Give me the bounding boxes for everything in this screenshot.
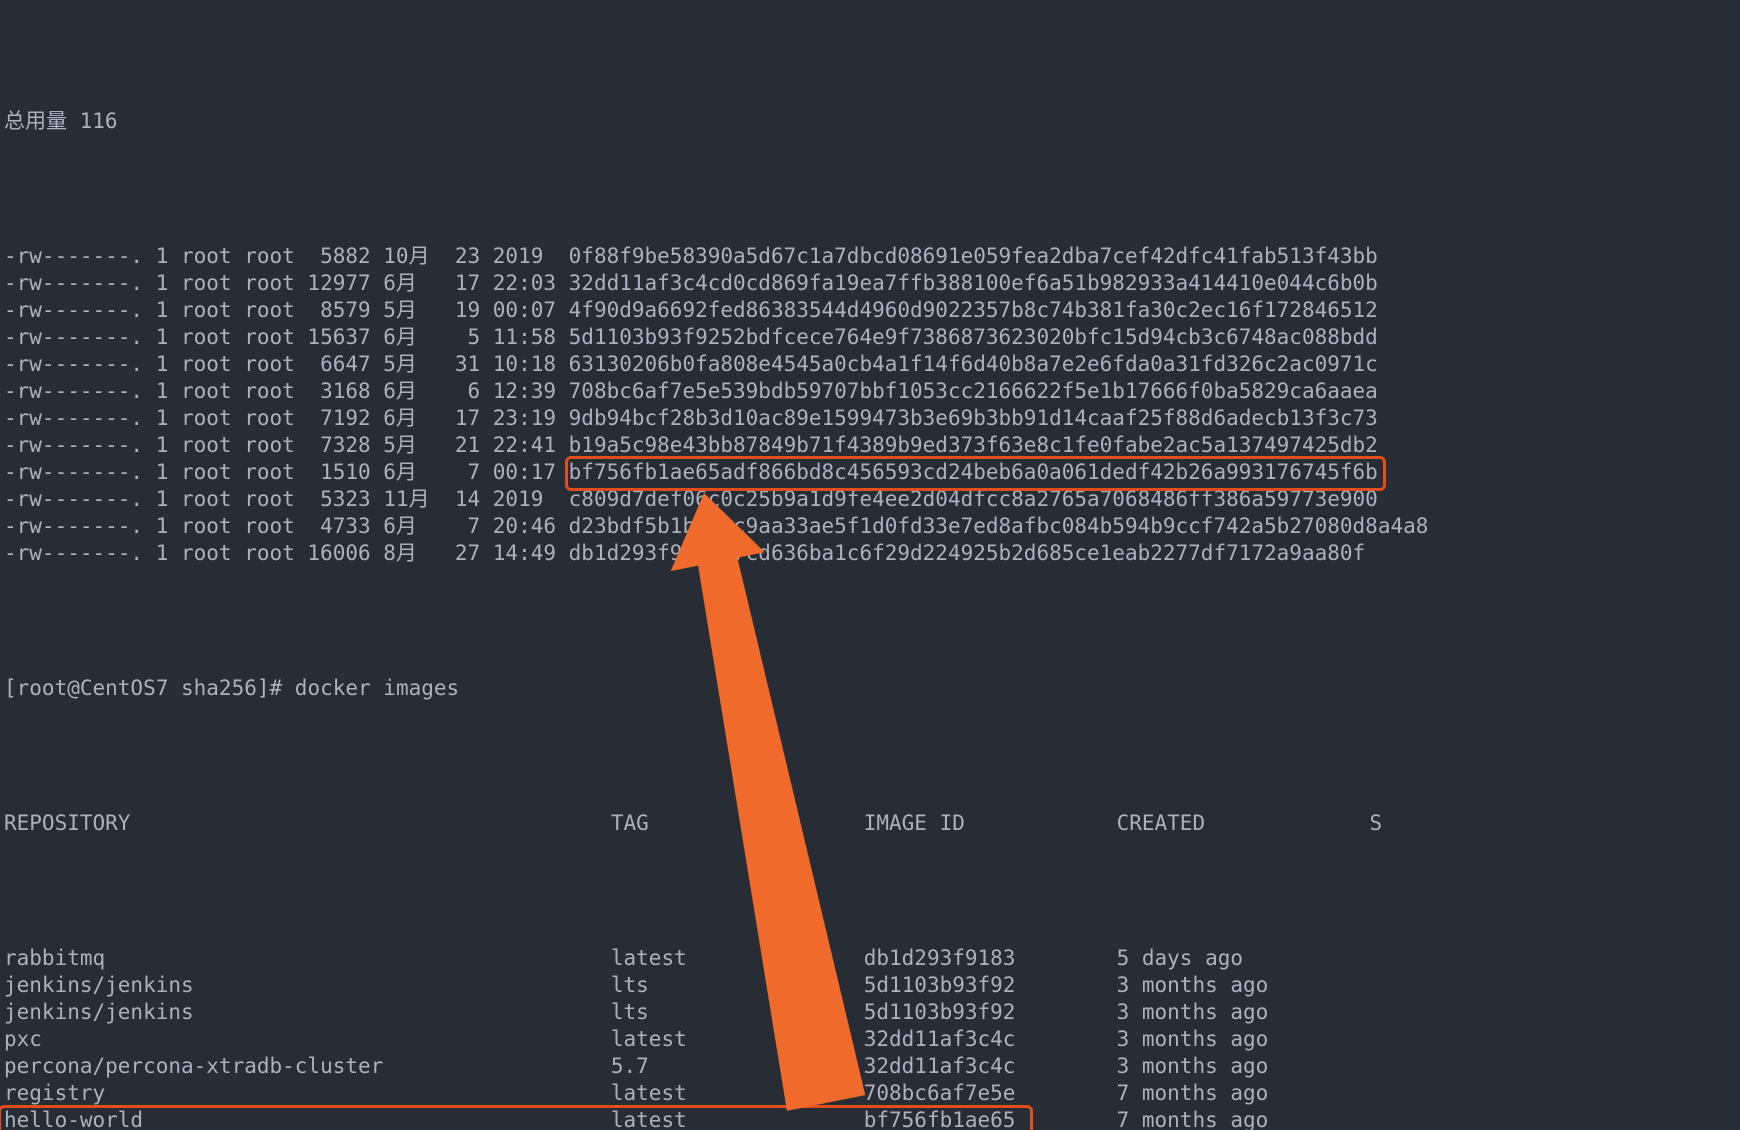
docker-image-row: jenkins/jenkins lts 5d1103b93f92 3 month… [0, 972, 1740, 999]
ls-row: -rw-------. 1 root root 15637 6月 5 11:58… [0, 324, 1740, 351]
ls-total-text: 总用量 116 [4, 108, 118, 135]
ls-row-meta: -rw-------. 1 root root 7328 5月 21 22:41 [4, 432, 569, 459]
ls-row-hash: d23bdf5b1b1b1c9aa33ae5f1d0fd33e7ed8afbc0… [569, 513, 1429, 540]
docker-image-row: hello-world latest bf756fb1ae65 7 months… [0, 1107, 1740, 1130]
ls-row-meta: -rw-------. 1 root root 7192 6月 17 23:19 [4, 405, 569, 432]
ls-row-meta: -rw-------. 1 root root 12977 6月 17 22:0… [4, 270, 569, 297]
ls-row: -rw-------. 1 root root 5323 11月 14 2019… [0, 486, 1740, 513]
ls-row: -rw-------. 1 root root 3168 6月 6 12:39 … [0, 378, 1740, 405]
docker-image-row-text: hello-world latest bf756fb1ae65 7 months… [4, 1107, 1268, 1130]
ls-row-hash: bf756fb1ae65adf866bd8c456593cd24beb6a0a0… [569, 459, 1378, 486]
ls-row: -rw-------. 1 root root 6647 5月 31 10:18… [0, 351, 1740, 378]
docker-image-row-text: rabbitmq latest db1d293f9183 5 days ago [4, 945, 1243, 972]
ls-row-hash: c809d7def06c0c25b9a1d9fe4ee2d04dfcc8a276… [569, 486, 1378, 513]
ls-row-meta: -rw-------. 1 root root 8579 5月 19 00:07 [4, 297, 569, 324]
ls-row: -rw-------. 1 root root 5882 10月 23 2019… [0, 243, 1740, 270]
docker-image-row: pxc latest 32dd11af3c4c 3 months ago [0, 1026, 1740, 1053]
ls-row-hash: b19a5c98e43bb87849b71f4389b9ed373f63e8c1… [569, 432, 1378, 459]
ls-row: -rw-------. 1 root root 8579 5月 19 00:07… [0, 297, 1740, 324]
docker-images-listing: rabbitmq latest db1d293f9183 5 days agoj… [0, 945, 1740, 1130]
docker-image-row: percona/percona-xtradb-cluster 5.7 32dd1… [0, 1053, 1740, 1080]
ls-row-meta: -rw-------. 1 root root 15637 6月 5 11:58 [4, 324, 569, 351]
docker-image-row-text: jenkins/jenkins lts 5d1103b93f92 3 month… [4, 999, 1268, 1026]
docker-image-row-text: pxc latest 32dd11af3c4c 3 months ago [4, 1026, 1268, 1053]
ls-row-hash: db1d293f918377cd636ba1c6f29d224925b2d685… [569, 540, 1366, 567]
ls-row-hash: 9db94bcf28b3d10ac89e1599473b3e69b3bb91d1… [569, 405, 1378, 432]
ls-row: -rw-------. 1 root root 7192 6月 17 23:19… [0, 405, 1740, 432]
ls-row: -rw-------. 1 root root 7328 5月 21 22:41… [0, 432, 1740, 459]
docker-image-row: registry latest 708bc6af7e5e 7 months ag… [0, 1080, 1740, 1107]
docker-image-row-text: registry latest 708bc6af7e5e 7 months ag… [4, 1080, 1268, 1107]
ls-row-hash: 32dd11af3c4cd0cd869fa19ea7ffb388100ef6a5… [569, 270, 1378, 297]
ls-row: -rw-------. 1 root root 16006 8月 27 14:4… [0, 540, 1740, 567]
ls-row-hash: 5d1103b93f9252bdfcece764e9f7386873623020… [569, 324, 1378, 351]
ls-row: -rw-------. 1 root root 4733 6月 7 20:46 … [0, 513, 1740, 540]
command-text: docker images [295, 675, 459, 702]
prompt-line-1[interactable]: [root@CentOS7 sha256]# docker images [0, 675, 1740, 702]
docker-image-row-text: percona/percona-xtradb-cluster 5.7 32dd1… [4, 1053, 1268, 1080]
ls-total-line: 总用量 116 [0, 108, 1740, 135]
ls-row-meta: -rw-------. 1 root root 5882 10月 23 2019 [4, 243, 569, 270]
ls-row-meta: -rw-------. 1 root root 3168 6月 6 12:39 [4, 378, 569, 405]
docker-header-text: REPOSITORY TAG IMAGE ID CREATED S [4, 810, 1382, 837]
ls-row-hash: 4f90d9a6692fed86383544d4960d9022357b8c74… [569, 297, 1378, 324]
ls-row-meta: -rw-------. 1 root root 4733 6月 7 20:46 [4, 513, 569, 540]
ls-row-hash: 708bc6af7e5e539bdb59707bbf1053cc2166622f… [569, 378, 1378, 405]
shell-prompt: [root@CentOS7 sha256]# [4, 675, 295, 702]
ls-listing: -rw-------. 1 root root 5882 10月 23 2019… [0, 243, 1740, 567]
docker-images-header: REPOSITORY TAG IMAGE ID CREATED S [0, 810, 1740, 837]
ls-row-meta: -rw-------. 1 root root 16006 8月 27 14:4… [4, 540, 569, 567]
ls-row-meta: -rw-------. 1 root root 6647 5月 31 10:18 [4, 351, 569, 378]
ls-row: -rw-------. 1 root root 12977 6月 17 22:0… [0, 270, 1740, 297]
ls-row-meta: -rw-------. 1 root root 1510 6月 7 00:17 [4, 459, 569, 486]
docker-image-row: rabbitmq latest db1d293f9183 5 days ago [0, 945, 1740, 972]
ls-row-hash: 0f88f9be58390a5d67c1a7dbcd08691e059fea2d… [569, 243, 1378, 270]
ls-row-hash: 63130206b0fa808e4545a0cb4a1f14f6d40b8a7e… [569, 351, 1378, 378]
docker-image-row-text: jenkins/jenkins lts 5d1103b93f92 3 month… [4, 972, 1268, 999]
ls-row: -rw-------. 1 root root 1510 6月 7 00:17 … [0, 459, 1740, 486]
docker-image-row: jenkins/jenkins lts 5d1103b93f92 3 month… [0, 999, 1740, 1026]
terminal-window[interactable]: 总用量 116 -rw-------. 1 root root 5882 10月… [0, 0, 1740, 1130]
ls-row-meta: -rw-------. 1 root root 5323 11月 14 2019 [4, 486, 569, 513]
